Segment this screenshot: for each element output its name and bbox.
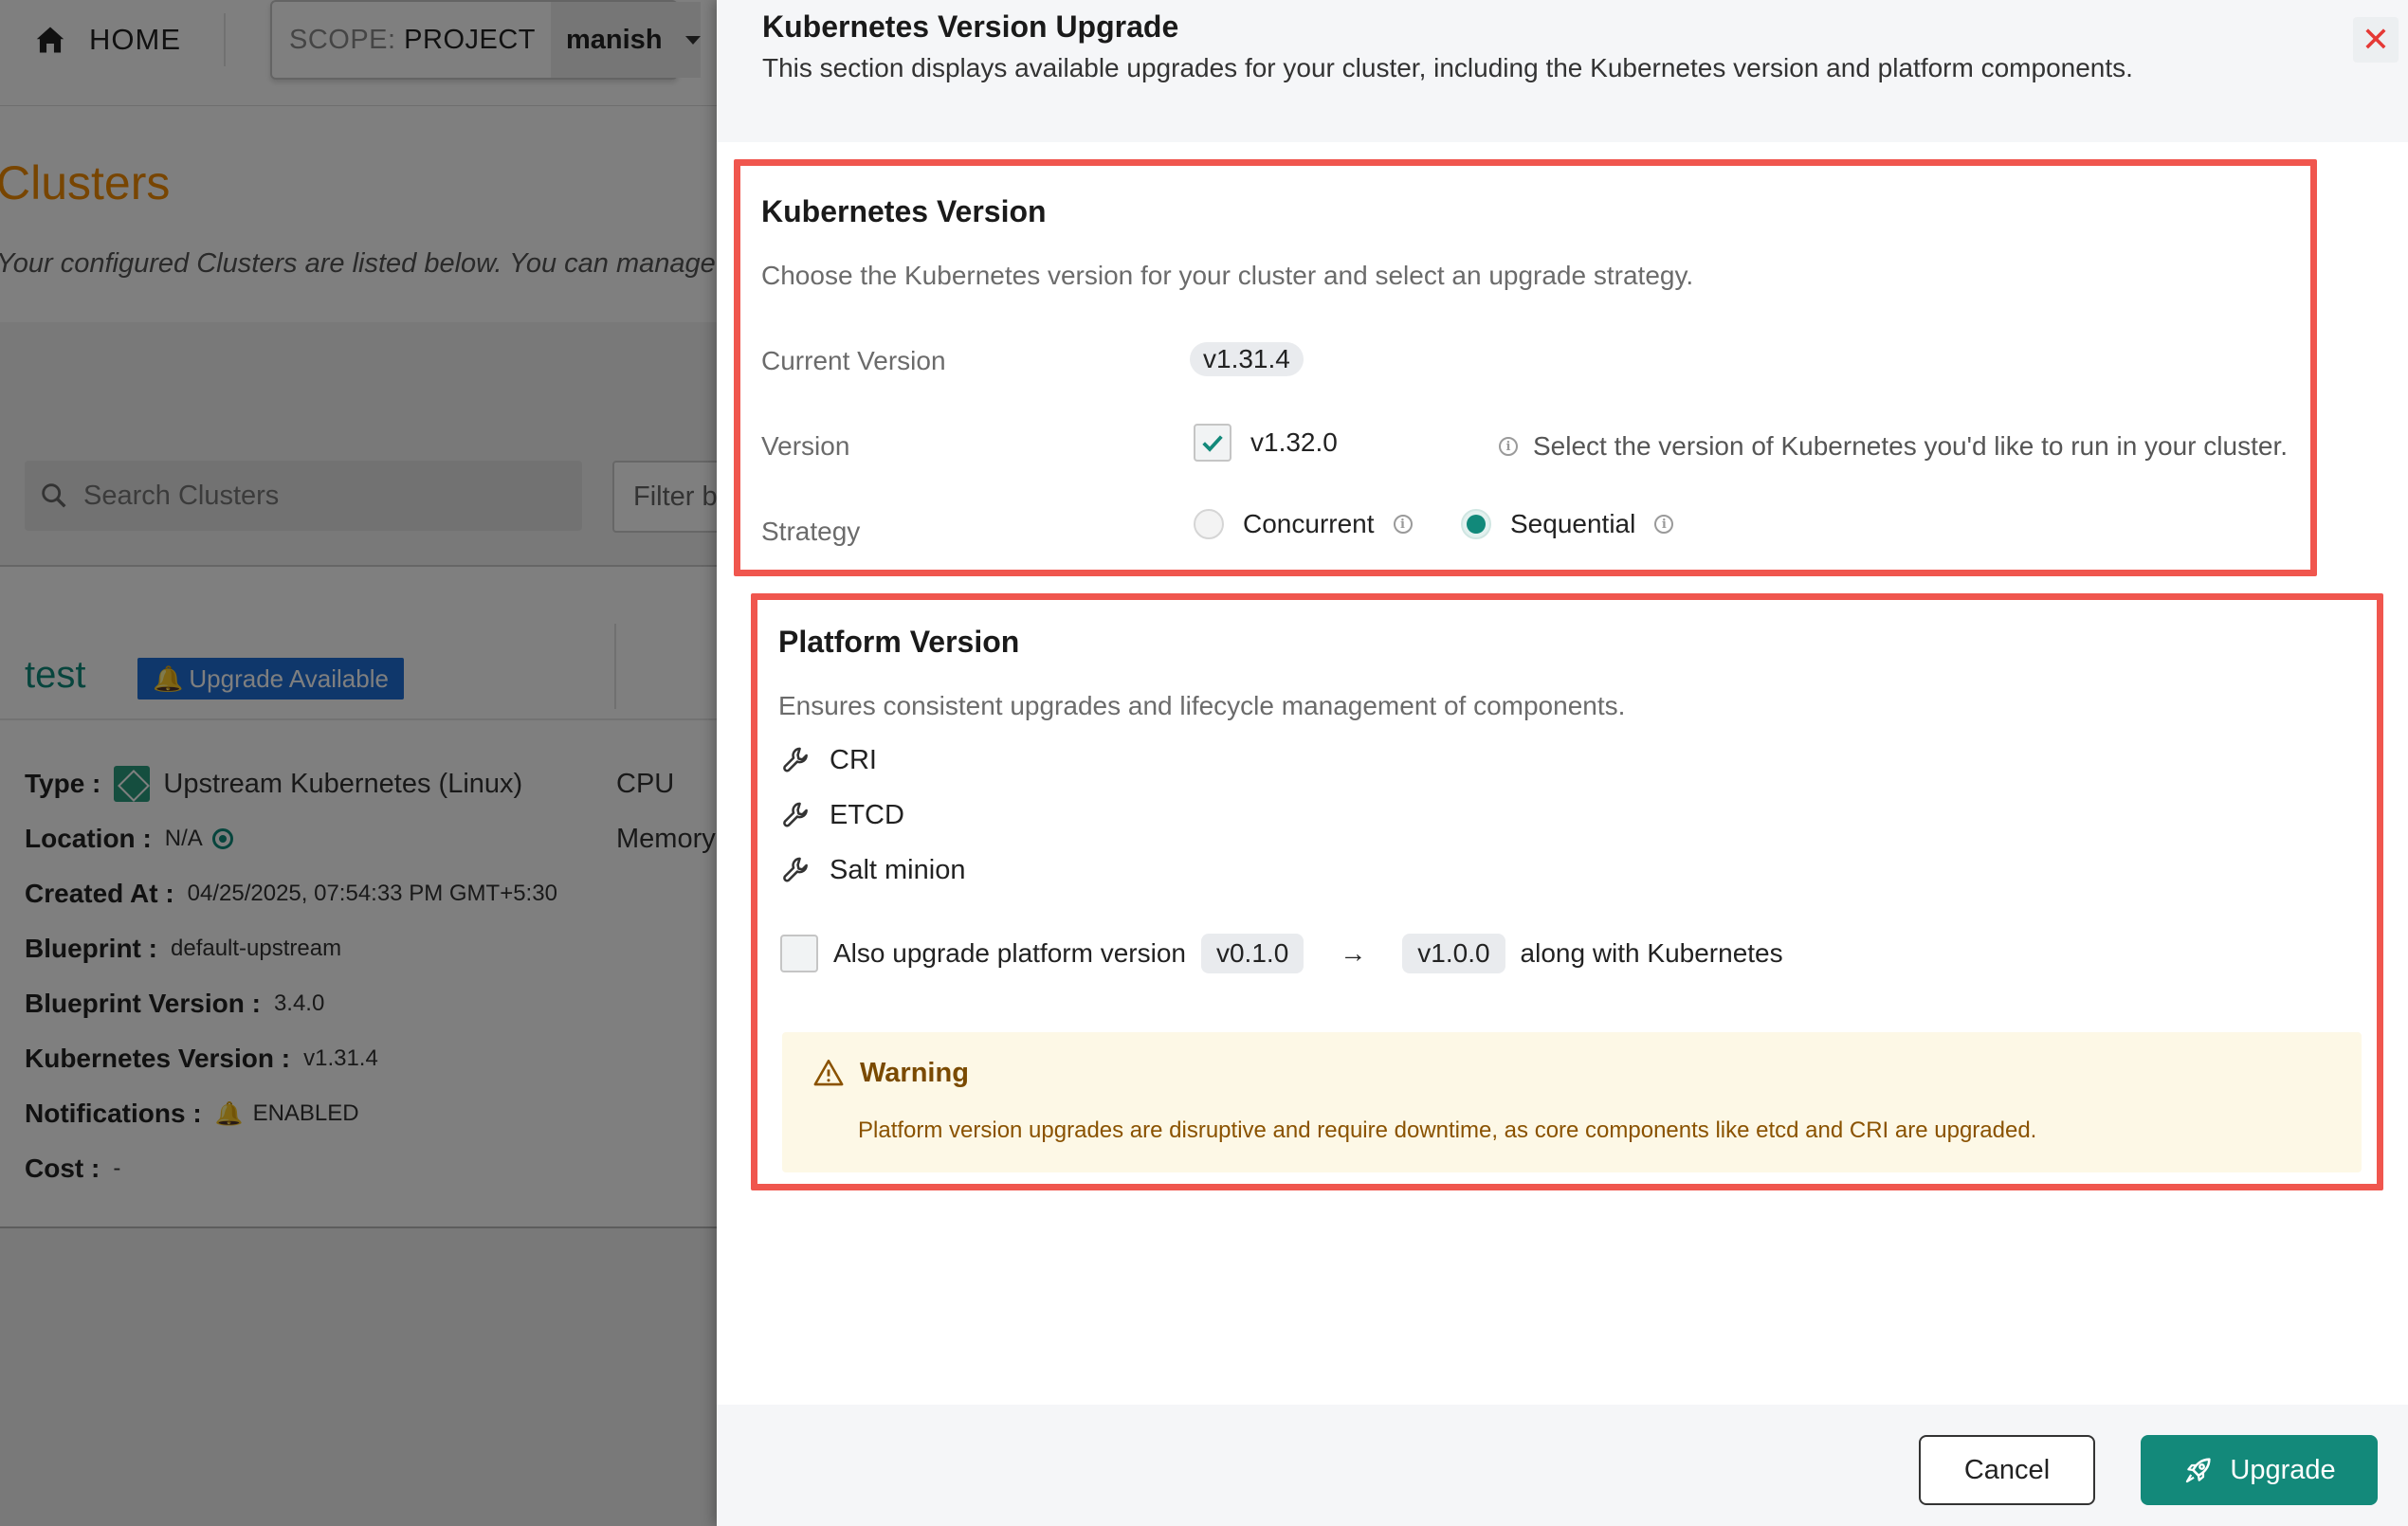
drawer-title: Kubernetes Version Upgrade	[762, 9, 1179, 44]
sequential-radio[interactable]	[1461, 509, 1491, 539]
component-label: Salt minion	[830, 854, 966, 885]
wrench-icon	[783, 747, 808, 772]
version-label: Version	[761, 431, 850, 461]
also-upgrade-label: Also upgrade platform version	[833, 938, 1186, 968]
section-description: Choose the Kubernetes version for your c…	[761, 261, 1694, 290]
also-upgrade-suffix: along with Kubernetes	[1520, 938, 1783, 968]
upgrade-drawer: Kubernetes Version Upgrade This section …	[717, 0, 2408, 1526]
info-icon[interactable]: i	[1393, 515, 1413, 534]
drawer-header: Kubernetes Version Upgrade This section …	[717, 0, 2408, 142]
close-button[interactable]: ✕	[2353, 17, 2399, 63]
component-label: ETCD	[830, 799, 904, 830]
to-version-chip: v1.0.0	[1402, 934, 1505, 973]
info-icon: i	[1499, 437, 1518, 456]
check-icon	[1202, 435, 1223, 452]
component-label: CRI	[830, 744, 877, 775]
concurrent-radio[interactable]	[1194, 509, 1224, 539]
wrench-icon	[783, 802, 808, 827]
cancel-button[interactable]: Cancel	[1919, 1435, 2095, 1505]
also-upgrade-checkbox[interactable]	[780, 935, 818, 972]
upgrade-label: Upgrade	[2230, 1454, 2336, 1485]
component-etcd: ETCD	[780, 799, 904, 831]
warning-title-text: Warning	[860, 1057, 969, 1088]
current-version-chip: v1.31.4	[1190, 342, 1304, 376]
platform-version-section: Platform Version Ensures consistent upgr…	[751, 593, 2383, 1190]
wrench-icon	[783, 857, 808, 882]
section-title: Kubernetes Version	[761, 194, 1047, 228]
section-description: Ensures consistent upgrades and lifecycl…	[778, 691, 1626, 720]
sequential-label: Sequential	[1510, 509, 1636, 538]
strategy-option-sequential[interactable]: Sequential i	[1461, 509, 1674, 539]
version-help-text: Select the version of Kubernetes you'd l…	[1533, 431, 2289, 461]
upgrade-button[interactable]: Upgrade	[2141, 1435, 2378, 1505]
info-icon[interactable]: i	[1654, 515, 1674, 534]
version-help: i Select the version of Kubernetes you'd…	[1499, 431, 2288, 462]
current-version-label: Current Version	[761, 346, 946, 375]
warning-text: Platform version upgrades are disruptive…	[858, 1117, 2037, 1143]
strategy-label: Strategy	[761, 517, 861, 546]
version-value: v1.32.0	[1250, 427, 1338, 457]
warning-alert: Warning Platform version upgrades are di…	[782, 1032, 2362, 1172]
strategy-option-concurrent[interactable]: Concurrent i	[1194, 509, 1413, 539]
close-icon: ✕	[2361, 20, 2391, 59]
drawer-description: This section displays available upgrades…	[762, 53, 2133, 82]
warning-title: Warning	[812, 1057, 969, 1089]
concurrent-label: Concurrent	[1243, 509, 1375, 538]
modal-backdrop[interactable]	[0, 0, 717, 1526]
from-version-chip: v0.1.0	[1200, 934, 1304, 973]
component-cri: CRI	[780, 744, 877, 776]
kubernetes-version-section: Kubernetes Version Choose the Kubernetes…	[734, 159, 2317, 576]
also-upgrade-row[interactable]: Also upgrade platform version v0.1.0 → v…	[780, 934, 1783, 973]
section-title: Platform Version	[778, 625, 1020, 659]
version-option[interactable]: v1.32.0	[1194, 424, 1338, 462]
component-salt-minion: Salt minion	[780, 854, 965, 886]
current-version-value: v1.31.4	[1190, 342, 1304, 376]
drawer-footer: Cancel Upgrade	[717, 1405, 2408, 1526]
version-checkbox[interactable]	[1194, 424, 1231, 462]
arrow-right-icon: →	[1340, 938, 1367, 968]
warning-triangle-icon	[813, 1059, 844, 1086]
rocket-icon	[2186, 1458, 2211, 1483]
